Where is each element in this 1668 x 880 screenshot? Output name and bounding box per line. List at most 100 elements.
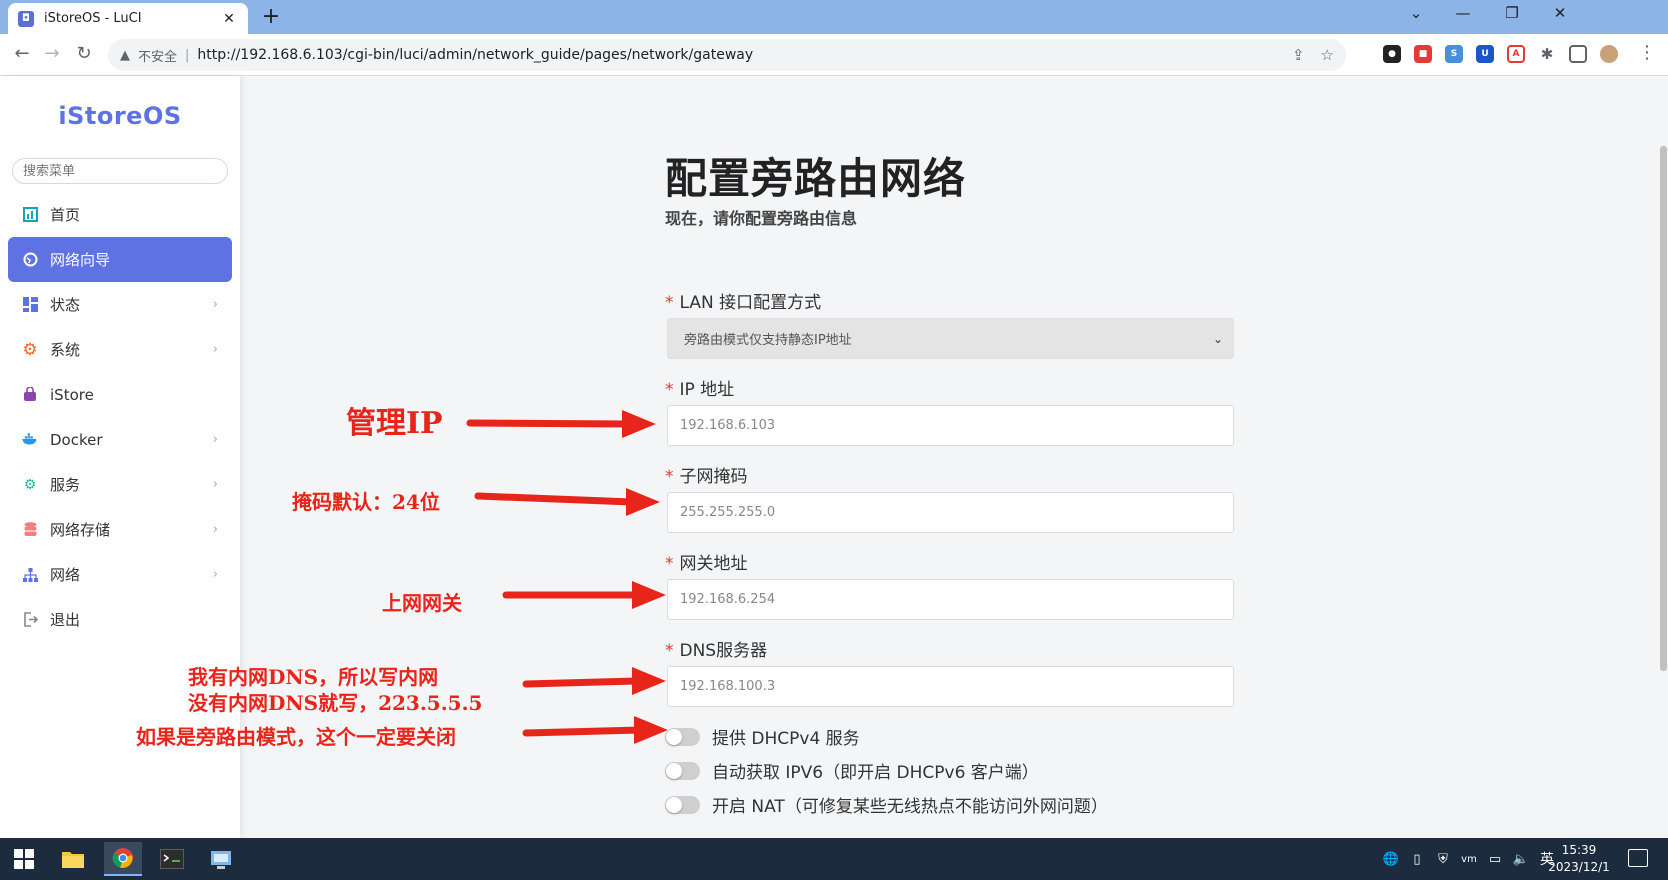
dhcpv4-toggle[interactable] xyxy=(665,727,700,746)
sidebar-item-label: 首页 xyxy=(50,206,81,224)
sidebar-item-services[interactable]: ⚙ 服务 › xyxy=(8,462,232,507)
bitwarden-extension-icon[interactable]: U xyxy=(1476,45,1494,63)
sidebar-item-label: 服务 xyxy=(50,476,81,494)
browser-tab[interactable]: ◘ iStoreOS - LuCI ✕ xyxy=(8,3,248,34)
page-scrollbar-thumb[interactable] xyxy=(1660,146,1667,671)
dns-label-text: DNS服务器 xyxy=(679,641,768,661)
arrow-mgmt-ip xyxy=(466,419,632,428)
address-divider: | xyxy=(185,47,190,63)
usb-device-icon[interactable]: ▯ xyxy=(1404,852,1430,867)
security-label[interactable]: 不安全 xyxy=(138,46,177,65)
gateway-input[interactable]: 192.168.6.254 xyxy=(667,579,1234,620)
arrow-mask xyxy=(474,492,636,506)
sidebar-item-network[interactable]: 网络 › xyxy=(8,552,232,597)
required-mark: * xyxy=(665,554,674,574)
url-text[interactable]: http://192.168.6.103/cgi-bin/luci/admin/… xyxy=(197,47,1276,63)
chevron-right-icon: › xyxy=(212,342,218,357)
arrowhead-mgmt-ip xyxy=(622,410,656,438)
toggle-knob xyxy=(666,728,682,745)
dhcpv4-label: 提供 DHCPv4 服务 xyxy=(712,729,860,749)
adblock-extension-icon[interactable]: A xyxy=(1507,45,1525,63)
istoreos-logo[interactable]: iStoreOS xyxy=(0,102,240,130)
page-subtitle: 现在，请你配置旁路由信息 xyxy=(665,209,858,228)
extension-3-icon[interactable]: S xyxy=(1445,45,1463,63)
lan-mode-select[interactable]: 旁路由模式仅支持静态IP地址 ⌄ xyxy=(667,318,1234,359)
sidebar-item-nas[interactable]: 网络存储 › xyxy=(8,507,232,552)
annotation-mask: 掩码默认：24位 xyxy=(292,490,440,514)
extensions-puzzle-icon[interactable]: ✱ xyxy=(1538,45,1556,63)
close-window-button[interactable]: ✕ xyxy=(1548,4,1572,22)
arrowhead-dhcp xyxy=(634,716,668,744)
netmask-input[interactable]: 255.255.255.0 xyxy=(667,492,1234,533)
extension-1-icon[interactable]: ● xyxy=(1383,45,1401,63)
minimize-button[interactable]: — xyxy=(1451,4,1475,22)
annotation-dns-line1: 我有内网DNS，所以写内网 xyxy=(188,665,439,689)
dns-label: * DNS服务器 xyxy=(665,636,767,661)
menu-search-input[interactable] xyxy=(12,158,228,184)
back-arrow-icon[interactable]: ← xyxy=(10,43,34,64)
arrowhead-dns xyxy=(632,667,666,695)
address-bar[interactable]: ▲ 不安全 | http://192.168.6.103/cgi-bin/luc… xyxy=(108,39,1346,71)
lan-mode-label-text: LAN 接口配置方式 xyxy=(679,293,822,313)
shopping-bag-icon xyxy=(22,387,38,403)
gateway-label: * 网关地址 xyxy=(665,549,748,574)
browser-menu-icon[interactable]: ⋮ xyxy=(1638,42,1656,63)
ipv6-toggle[interactable] xyxy=(665,761,700,780)
windows-start-icon[interactable] xyxy=(14,849,34,869)
taskbar-clock[interactable]: 15:39 2023/12/1 xyxy=(1547,842,1611,876)
sidebar-item-home[interactable]: 首页 xyxy=(8,192,232,237)
security-shield-icon[interactable]: ⛨ xyxy=(1430,852,1456,867)
side-panel-icon[interactable] xyxy=(1569,45,1587,63)
sidebar-menu: 首页 网络向导 状态 › ⚙ 系统 › iStore Docker › ⚙ 服务… xyxy=(8,192,232,642)
clock-time: 15:39 xyxy=(1561,843,1597,857)
ip-address-input[interactable]: 192.168.6.103 xyxy=(667,405,1234,446)
tab-search-chevron-icon[interactable]: ⌄ xyxy=(1404,4,1428,22)
toggle-knob xyxy=(666,762,682,779)
reload-icon[interactable]: ↻ xyxy=(72,43,96,64)
network-tool-icon[interactable] xyxy=(202,842,240,876)
new-tab-button[interactable]: + xyxy=(258,4,284,29)
terminal-app-icon[interactable] xyxy=(153,842,191,876)
required-mark: * xyxy=(665,641,674,661)
monitor-network-icon[interactable]: ▭ xyxy=(1482,852,1508,867)
arrow-dhcp xyxy=(522,726,644,737)
sidebar-item-system[interactable]: ⚙ 系统 › xyxy=(8,327,232,372)
arrowhead-gateway xyxy=(632,581,666,609)
grid-icon xyxy=(22,297,38,313)
netmask-label-text: 子网掩码 xyxy=(679,467,748,487)
chevron-down-icon: ⌄ xyxy=(1212,331,1223,346)
dashboard-chart-icon xyxy=(22,207,38,223)
chevron-right-icon: › xyxy=(212,477,218,492)
bookmark-star-icon[interactable]: ☆ xyxy=(1321,46,1334,64)
browser-tab-strip: ◘ iStoreOS - LuCI ✕ + ⌄ — ❐ ✕ xyxy=(0,0,1668,34)
system-tray: 🌐 ▯ ⛨ vm ▭ 🔈 英 xyxy=(1378,838,1560,880)
volume-muted-icon[interactable]: 🔈 xyxy=(1508,852,1534,867)
cogs-icon: ⚙ xyxy=(23,476,37,493)
required-mark: * xyxy=(665,380,674,400)
notification-center-icon[interactable] xyxy=(1628,849,1648,867)
forward-arrow-icon[interactable]: → xyxy=(40,43,64,64)
sidebar-item-istore[interactable]: iStore xyxy=(8,372,232,417)
tab-close-icon[interactable]: ✕ xyxy=(220,11,238,27)
sitemap-icon xyxy=(22,567,38,583)
sidebar-item-status[interactable]: 状态 › xyxy=(8,282,232,327)
dns-input[interactable]: 192.168.100.3 xyxy=(667,666,1234,707)
profile-avatar[interactable] xyxy=(1600,45,1618,63)
ip-label-text: IP 地址 xyxy=(679,380,735,400)
chrome-icon[interactable] xyxy=(104,842,142,876)
sidebar-item-logout[interactable]: 退出 xyxy=(8,597,232,642)
annotation-gateway: 上网网关 xyxy=(382,591,462,615)
warning-icon[interactable]: ▲ xyxy=(120,48,130,63)
browser-toolbar: ← → ↻ ▲ 不安全 | http://192.168.6.103/cgi-b… xyxy=(0,34,1668,76)
sidebar-item-docker[interactable]: Docker › xyxy=(8,417,232,462)
nat-toggle[interactable] xyxy=(665,795,700,814)
vmware-icon[interactable]: vm xyxy=(1456,854,1482,865)
sidebar-item-network-guide[interactable]: 网络向导 xyxy=(8,237,232,282)
network-globe-icon[interactable]: 🌐 xyxy=(1378,852,1404,867)
file-explorer-icon[interactable] xyxy=(54,842,92,876)
restore-button[interactable]: ❐ xyxy=(1500,4,1524,22)
windows-taskbar: 🌐 ▯ ⛨ vm ▭ 🔈 英 15:39 2023/12/1 xyxy=(0,838,1668,880)
extension-2-icon[interactable]: ■ xyxy=(1414,45,1432,63)
share-icon[interactable]: ⇪ xyxy=(1292,46,1305,64)
sidebar-item-label: 系统 xyxy=(50,341,81,359)
